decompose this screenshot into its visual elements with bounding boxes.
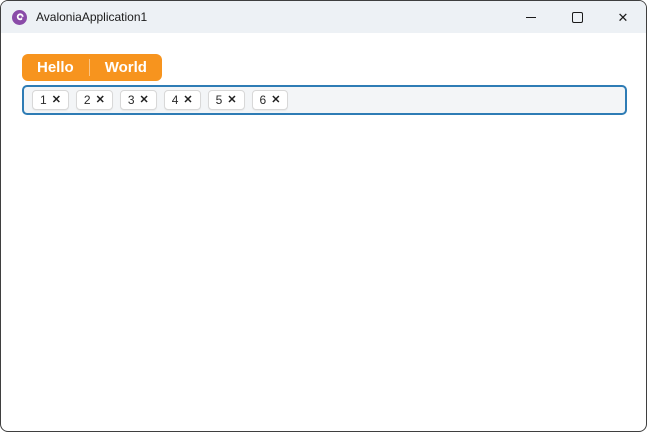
close-icon: ✕: [139, 93, 149, 106]
chip-label: 6: [259, 93, 267, 107]
chip-remove-button[interactable]: ✕: [51, 93, 61, 106]
chip-label: 1: [40, 93, 47, 107]
hello-button[interactable]: Hello: [22, 54, 89, 81]
chip-label: 3: [127, 93, 135, 107]
minimize-icon: [526, 16, 536, 18]
maximize-icon: [571, 11, 583, 23]
maximize-button[interactable]: [554, 1, 600, 33]
world-button[interactable]: World: [90, 54, 162, 81]
tag-chip: 3 ✕: [119, 90, 157, 110]
tag-chip: 5 ✕: [207, 90, 245, 110]
hello-world-split-button: Hello World: [22, 54, 162, 81]
close-icon: ✕: [95, 93, 105, 106]
chip-label: 2: [83, 93, 91, 107]
chip-remove-button[interactable]: ✕: [139, 93, 149, 106]
close-icon: ✕: [183, 93, 193, 106]
titlebar[interactable]: AvaloniaApplication1 ✕: [1, 1, 646, 33]
chip-remove-button[interactable]: ✕: [183, 93, 193, 106]
tag-chip: 2 ✕: [75, 90, 113, 110]
chip-remove-button[interactable]: ✕: [227, 93, 237, 106]
close-icon: ✕: [51, 93, 61, 106]
tag-input-box[interactable]: 1 ✕ 2 ✕ 3 ✕ 4 ✕ 5 ✕ 6 ✕: [22, 85, 627, 115]
app-window: AvaloniaApplication1 ✕ Hello World 1 ✕ 2…: [0, 0, 647, 432]
window-content: Hello World 1 ✕ 2 ✕ 3 ✕ 4 ✕ 5 ✕ 6 ✕: [1, 33, 646, 115]
window-controls: ✕: [508, 1, 646, 33]
titlebar-left: AvaloniaApplication1: [1, 9, 147, 26]
tag-chip: 6 ✕: [251, 90, 289, 110]
avalonia-logo-icon: [12, 9, 27, 25]
tag-chip: 1 ✕: [32, 90, 69, 110]
close-icon: ✕: [227, 93, 237, 106]
window-title: AvaloniaApplication1: [36, 10, 148, 24]
close-button[interactable]: ✕: [600, 1, 646, 33]
close-icon: ✕: [271, 93, 281, 106]
tag-chip: 4 ✕: [163, 90, 201, 110]
minimize-button[interactable]: [508, 1, 554, 33]
chip-label: 4: [171, 93, 179, 107]
close-icon: ✕: [617, 9, 629, 25]
chip-label: 5: [215, 93, 223, 107]
chip-remove-button[interactable]: ✕: [271, 93, 281, 106]
chip-remove-button[interactable]: ✕: [95, 93, 105, 106]
